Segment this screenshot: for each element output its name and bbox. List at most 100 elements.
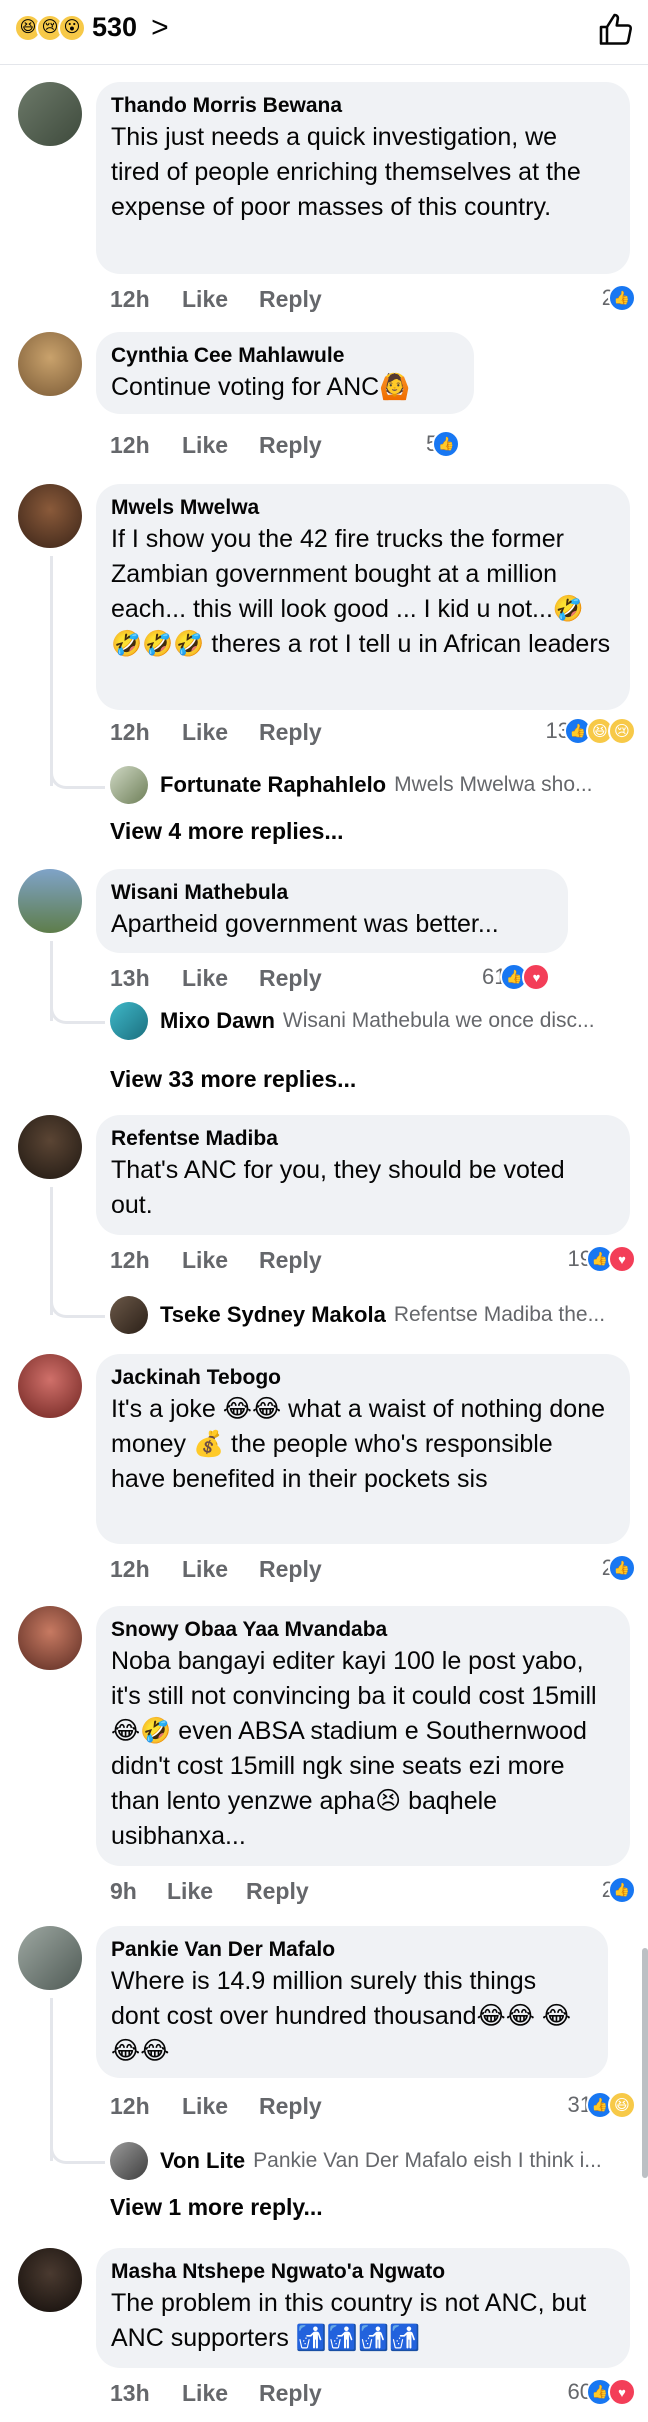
comment-author[interactable]: Cynthia Cee Mahlawule bbox=[111, 342, 456, 370]
comment-author[interactable]: Jackinah Tebogo bbox=[111, 1364, 612, 1392]
comment-author[interactable]: Masha Ntshepe Ngwato'a Ngwato bbox=[111, 2258, 612, 2286]
comment-text: If I show you the 42 fire trucks the for… bbox=[111, 525, 611, 658]
comment-time[interactable]: 12h bbox=[110, 1556, 150, 1583]
comment-reactions[interactable]: 60 👍 ♥ bbox=[568, 2378, 636, 2406]
comment-reactions[interactable]: 19 👍 ♥ bbox=[568, 1245, 636, 1273]
comment-bubble[interactable]: Refentse Madiba That's ANC for you, they… bbox=[96, 1115, 630, 1235]
comment-author[interactable]: Mwels Mwelwa bbox=[111, 494, 612, 522]
reply-button[interactable]: Reply bbox=[259, 719, 322, 746]
like-button[interactable]: Like bbox=[182, 2380, 228, 2407]
comment-time[interactable]: 12h bbox=[110, 432, 150, 459]
like-button[interactable]: Like bbox=[167, 1878, 213, 1905]
like-button[interactable]: Like bbox=[182, 2093, 228, 2120]
like-thumb-icon[interactable] bbox=[598, 12, 634, 48]
thread-branch bbox=[50, 2129, 105, 2164]
avatar[interactable] bbox=[18, 1115, 82, 1179]
reply-button[interactable]: Reply bbox=[259, 1556, 322, 1583]
comment-author[interactable]: Pankie Van Der Mafalo bbox=[111, 1936, 590, 1964]
comment-time[interactable]: 12h bbox=[110, 2093, 150, 2120]
reaction-summary[interactable]: 😆 😢 😮 530 > bbox=[14, 12, 169, 43]
reply-button[interactable]: Reply bbox=[246, 1878, 309, 1905]
comment-bubble[interactable]: Cynthia Cee Mahlawule Continue voting fo… bbox=[96, 332, 474, 414]
comment-text: Where is 14.9 million surely this things… bbox=[111, 1967, 572, 2065]
reply-button[interactable]: Reply bbox=[259, 1247, 322, 1274]
reply-button[interactable]: Reply bbox=[259, 2380, 322, 2407]
reply-text: Refentse Madiba the... bbox=[393, 1303, 606, 1326]
reply-text: Wisani Mathebula we once disc... bbox=[282, 1009, 595, 1032]
comment-text: Continue voting for ANC🙆 bbox=[111, 373, 411, 401]
reactions-header: 😆 😢 😮 530 > bbox=[0, 0, 648, 65]
avatar bbox=[110, 2142, 148, 2180]
comment-time[interactable]: 13h bbox=[110, 2380, 150, 2407]
comment-reactions[interactable]: 31 👍 😆 bbox=[568, 2091, 636, 2119]
comment-author[interactable]: Thando Morris Bewana bbox=[111, 92, 612, 120]
comment-reactions[interactable]: 2 👍 bbox=[602, 284, 636, 312]
view-more-replies-link[interactable]: View 1 more reply... bbox=[110, 2194, 323, 2221]
love-icon: ♥ bbox=[608, 2378, 636, 2406]
reply-text: Pankie Van Der Mafalo eish I think i... bbox=[253, 2149, 602, 2172]
wow-reaction-icon: 😮 bbox=[58, 13, 86, 42]
comment-text: This just needs a quick investigation, w… bbox=[111, 123, 581, 221]
like-button[interactable]: Like bbox=[182, 1556, 228, 1583]
avatar[interactable] bbox=[18, 82, 82, 146]
comment-bubble[interactable]: Jackinah Tebogo It's a joke 😂😂 what a wa… bbox=[96, 1354, 630, 1544]
view-more-replies-link[interactable]: View 33 more replies... bbox=[110, 1066, 356, 1093]
comment-bubble[interactable]: Masha Ntshepe Ngwato'a Ngwato The proble… bbox=[96, 2248, 630, 2368]
reply-preview[interactable]: Mixo Dawn Wisani Mathebula we once disc.… bbox=[110, 1002, 620, 1040]
avatar[interactable] bbox=[18, 869, 82, 933]
reply-button[interactable]: Reply bbox=[259, 286, 322, 313]
comment-bubble[interactable]: Thando Morris Bewana This just needs a q… bbox=[96, 82, 630, 274]
comment-text: That's ANC for you, they should be voted… bbox=[111, 1156, 565, 1219]
comment-time[interactable]: 9h bbox=[110, 1878, 137, 1905]
comment-author[interactable]: Snowy Obaa Yaa Mvandaba bbox=[111, 1616, 612, 1644]
comment-author[interactable]: Wisani Mathebula bbox=[111, 879, 550, 907]
like-button[interactable]: Like bbox=[182, 432, 228, 459]
avatar[interactable] bbox=[18, 1606, 82, 1670]
view-more-replies-link[interactable]: View 4 more replies... bbox=[110, 818, 344, 845]
reply-preview[interactable]: Von Lite Pankie Van Der Mafalo eish I th… bbox=[110, 2142, 620, 2180]
love-icon: ♥ bbox=[522, 963, 551, 991]
love-icon: ♥ bbox=[608, 1245, 636, 1273]
sad-reaction-icon: 😢 bbox=[608, 717, 636, 745]
avatar[interactable] bbox=[18, 1926, 82, 1990]
comment-time[interactable]: 12h bbox=[110, 1247, 150, 1274]
reply-preview[interactable]: Fortunate Raphahlelo Mwels Mwelwa sho... bbox=[110, 766, 620, 804]
comment-text: Apartheid government was better... bbox=[111, 910, 499, 938]
avatar[interactable] bbox=[18, 484, 82, 548]
avatar bbox=[110, 1296, 148, 1334]
avatar bbox=[110, 1002, 148, 1040]
comment-author[interactable]: Refentse Madiba bbox=[111, 1125, 612, 1153]
reaction-count: 530 bbox=[92, 12, 138, 42]
comment-reactions[interactable]: 61 👍 ♥ bbox=[482, 963, 551, 991]
avatar[interactable] bbox=[18, 332, 82, 396]
avatar bbox=[110, 766, 148, 804]
reply-author: Tseke Sydney Makola bbox=[160, 1302, 386, 1327]
comment-text: The problem in this country is not ANC, … bbox=[111, 2289, 587, 2352]
like-button[interactable]: Like bbox=[182, 286, 228, 313]
comment-bubble[interactable]: Pankie Van Der Mafalo Where is 14.9 mill… bbox=[96, 1926, 608, 2078]
reply-button[interactable]: Reply bbox=[259, 965, 322, 992]
comment-reactions[interactable]: 2 👍 bbox=[602, 1554, 636, 1582]
comment-bubble[interactable]: Snowy Obaa Yaa Mvandaba Noba bangayi edi… bbox=[96, 1606, 630, 1866]
reply-button[interactable]: Reply bbox=[259, 432, 322, 459]
comment-reactions[interactable]: 13 👍 😆 😢 bbox=[546, 717, 636, 745]
like-button[interactable]: Like bbox=[182, 965, 228, 992]
comment-time[interactable]: 12h bbox=[110, 719, 150, 746]
thread-branch bbox=[50, 989, 105, 1024]
like-icon: 👍 bbox=[608, 284, 636, 312]
comment-bubble[interactable]: Wisani Mathebula Apartheid government wa… bbox=[96, 869, 568, 953]
like-button[interactable]: Like bbox=[182, 719, 228, 746]
reply-preview[interactable]: Tseke Sydney Makola Refentse Madiba the.… bbox=[110, 1296, 620, 1334]
comment-reactions[interactable]: 2 👍 bbox=[602, 1876, 636, 1904]
chevron-right-icon[interactable]: > bbox=[151, 12, 169, 43]
comment-time[interactable]: 12h bbox=[110, 286, 150, 313]
scrollbar[interactable] bbox=[642, 1948, 648, 2178]
avatar[interactable] bbox=[18, 2248, 82, 2312]
comment-reactions[interactable]: 5 👍 bbox=[426, 430, 461, 458]
avatar[interactable] bbox=[18, 1354, 82, 1418]
like-button[interactable]: Like bbox=[182, 1247, 228, 1274]
comment-time[interactable]: 13h bbox=[110, 965, 150, 992]
reply-button[interactable]: Reply bbox=[259, 2093, 322, 2120]
like-icon: 👍 bbox=[432, 430, 461, 458]
comment-bubble[interactable]: Mwels Mwelwa If I show you the 42 fire t… bbox=[96, 484, 630, 710]
